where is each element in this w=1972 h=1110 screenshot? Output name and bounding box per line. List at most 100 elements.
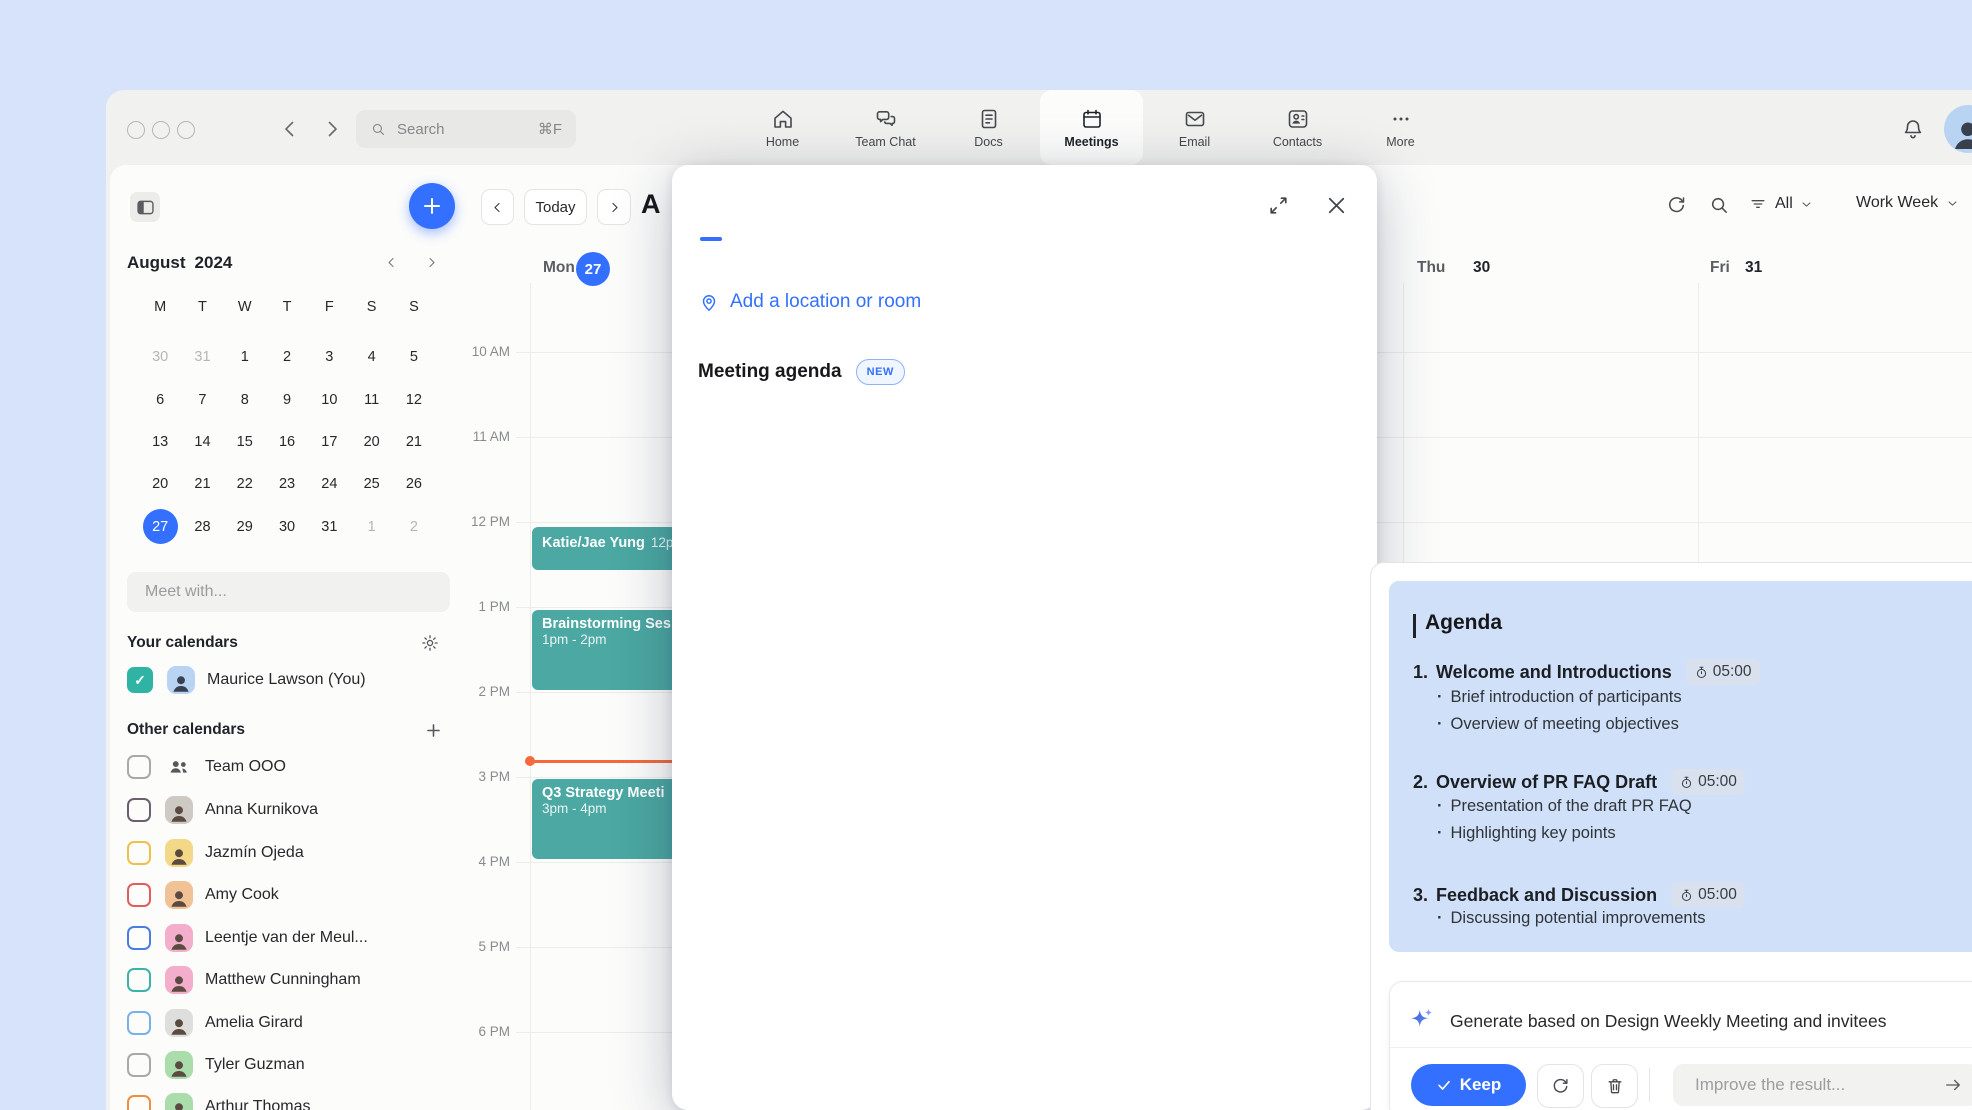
meet-with-field[interactable] (127, 572, 450, 612)
mini-calendar-day[interactable]: 31 (308, 506, 350, 548)
add-calendar-icon[interactable] (424, 721, 443, 740)
mini-calendar-day[interactable]: 1 (350, 506, 392, 548)
calendar-row[interactable]: Amelia Girard (127, 1006, 457, 1040)
mini-calendar-day[interactable]: 13 (139, 421, 181, 463)
calendar-row-owner[interactable]: ✓ Maurice Lawson (You) (127, 663, 457, 697)
tab-contacts[interactable]: Contacts (1246, 90, 1349, 165)
keep-button[interactable]: Keep (1411, 1064, 1526, 1106)
next-week-button[interactable] (597, 189, 631, 225)
expand-icon[interactable] (1266, 193, 1291, 218)
nav-forward-icon[interactable] (320, 117, 344, 141)
calendar-checkbox[interactable] (127, 755, 151, 779)
calendar-checkbox[interactable] (127, 841, 151, 865)
add-location-link[interactable]: Add a location or room (730, 291, 921, 313)
mini-calendar-day[interactable]: 15 (224, 421, 266, 463)
mini-calendar-day[interactable]: 6 (139, 378, 181, 420)
view-switcher[interactable]: Work Week (1856, 194, 1959, 212)
calendar-checkbox[interactable] (127, 883, 151, 907)
notifications-bell-icon[interactable] (1901, 117, 1925, 141)
sidebar-toggle-button[interactable] (130, 192, 160, 222)
day-number: 24 (321, 476, 337, 492)
regenerate-button[interactable] (1537, 1064, 1584, 1108)
calendar-checkbox[interactable] (127, 1053, 151, 1077)
mini-calendar-day[interactable]: 31 (181, 336, 223, 378)
owner-checkbox[interactable]: ✓ (127, 667, 153, 693)
mini-calendar-day[interactable]: 17 (308, 421, 350, 463)
calendar-row[interactable]: Anna Kurnikova (127, 793, 457, 827)
agenda-editor[interactable]: Agenda 1.Welcome and Introductions05:00·… (1389, 581, 1972, 952)
tab-meetings[interactable]: Meetings (1040, 90, 1143, 165)
mini-calendar-day[interactable]: 3 (308, 336, 350, 378)
tab-email[interactable]: Email (1143, 90, 1246, 165)
calendar-row[interactable]: Arthur Thomas (127, 1090, 457, 1110)
submit-arrow-icon[interactable] (1943, 1075, 1963, 1095)
mini-calendar-day[interactable]: 9 (266, 378, 308, 420)
mini-calendar-day[interactable]: 29 (224, 506, 266, 548)
calendar-row[interactable]: Team OOO (127, 750, 457, 784)
mini-calendar-day[interactable]: 5 (393, 336, 435, 378)
discard-button[interactable] (1591, 1064, 1638, 1108)
mini-calendar-day[interactable]: 24 (308, 463, 350, 505)
mini-calendar-day[interactable]: 20 (350, 421, 392, 463)
mini-calendar-day[interactable]: 21 (393, 421, 435, 463)
mini-calendar-day[interactable]: 22 (224, 463, 266, 505)
mini-calendar-day[interactable]: 2 (393, 506, 435, 548)
mini-calendar-day[interactable]: 7 (181, 378, 223, 420)
tab-home[interactable]: Home (731, 90, 834, 165)
improve-input[interactable] (1693, 1074, 1935, 1096)
calendar-filter[interactable]: All (1748, 194, 1813, 214)
mini-calendar-day[interactable]: 14 (181, 421, 223, 463)
mini-calendar-day[interactable]: 23 (266, 463, 308, 505)
meet-with-input[interactable] (143, 582, 434, 602)
mini-calendar-next-icon[interactable] (424, 255, 439, 270)
calendar-event[interactable]: Brainstorming Ses1pm - 2pm (532, 610, 675, 690)
window-control-2[interactable] (152, 121, 170, 139)
tab-more[interactable]: More (1349, 90, 1452, 165)
calendar-checkbox[interactable] (127, 1095, 151, 1110)
calendar-checkbox[interactable] (127, 968, 151, 992)
mini-calendar-day[interactable]: 2 (266, 336, 308, 378)
mini-calendar-day[interactable]: 26 (393, 463, 435, 505)
mini-calendar-day[interactable]: 8 (224, 378, 266, 420)
calendar-search-icon[interactable] (1708, 194, 1731, 217)
mini-calendar-day[interactable]: 11 (350, 378, 392, 420)
search-input[interactable] (395, 120, 530, 139)
mini-calendar-day[interactable]: 20 (139, 463, 181, 505)
mini-calendar-day[interactable]: 25 (350, 463, 392, 505)
gear-icon[interactable] (420, 633, 440, 653)
calendar-checkbox[interactable] (127, 1011, 151, 1035)
calendar-row[interactable]: Leentje van der Meul... (127, 921, 457, 955)
mini-calendar-day[interactable]: 30 (139, 336, 181, 378)
calendar-checkbox[interactable] (127, 926, 151, 950)
calendar-row[interactable]: Matthew Cunningham (127, 963, 457, 997)
calendar-checkbox[interactable] (127, 798, 151, 822)
improve-field[interactable] (1673, 1064, 1972, 1106)
refresh-icon[interactable] (1665, 194, 1688, 217)
tab-team-chat[interactable]: Team Chat (834, 90, 937, 165)
tab-docs[interactable]: Docs (937, 90, 1040, 165)
calendar-event[interactable]: Katie/Jae Yung12p (532, 527, 675, 570)
mini-calendar-day[interactable]: 16 (266, 421, 308, 463)
mini-calendar-day[interactable]: 10 (308, 378, 350, 420)
calendar-name: Arthur Thomas (205, 1098, 311, 1110)
calendar-row[interactable]: Jazmín Ojeda (127, 836, 457, 870)
mini-calendar-day[interactable]: 12 (393, 378, 435, 420)
mini-calendar-day[interactable]: 28 (181, 506, 223, 548)
create-event-button[interactable] (409, 183, 455, 229)
nav-back-icon[interactable] (278, 117, 302, 141)
mini-calendar-day[interactable]: 1 (224, 336, 266, 378)
calendar-row[interactable]: Tyler Guzman (127, 1048, 457, 1082)
window-control-1[interactable] (127, 121, 145, 139)
window-control-3[interactable] (177, 121, 195, 139)
close-icon[interactable] (1323, 192, 1350, 219)
mini-calendar-day[interactable]: 30 (266, 506, 308, 548)
calendar-event[interactable]: Q3 Strategy Meeti3pm - 4pm (532, 779, 675, 859)
mini-calendar-prev-icon[interactable] (384, 255, 399, 270)
mini-calendar-day[interactable]: 21 (181, 463, 223, 505)
global-search[interactable]: ⌘F (356, 110, 576, 148)
mini-calendar-day-selected[interactable]: 27 (139, 506, 181, 548)
mini-calendar-day[interactable]: 4 (350, 336, 392, 378)
calendar-row[interactable]: Amy Cook (127, 878, 457, 912)
today-button[interactable]: Today (524, 189, 587, 225)
prev-week-button[interactable] (481, 189, 514, 225)
